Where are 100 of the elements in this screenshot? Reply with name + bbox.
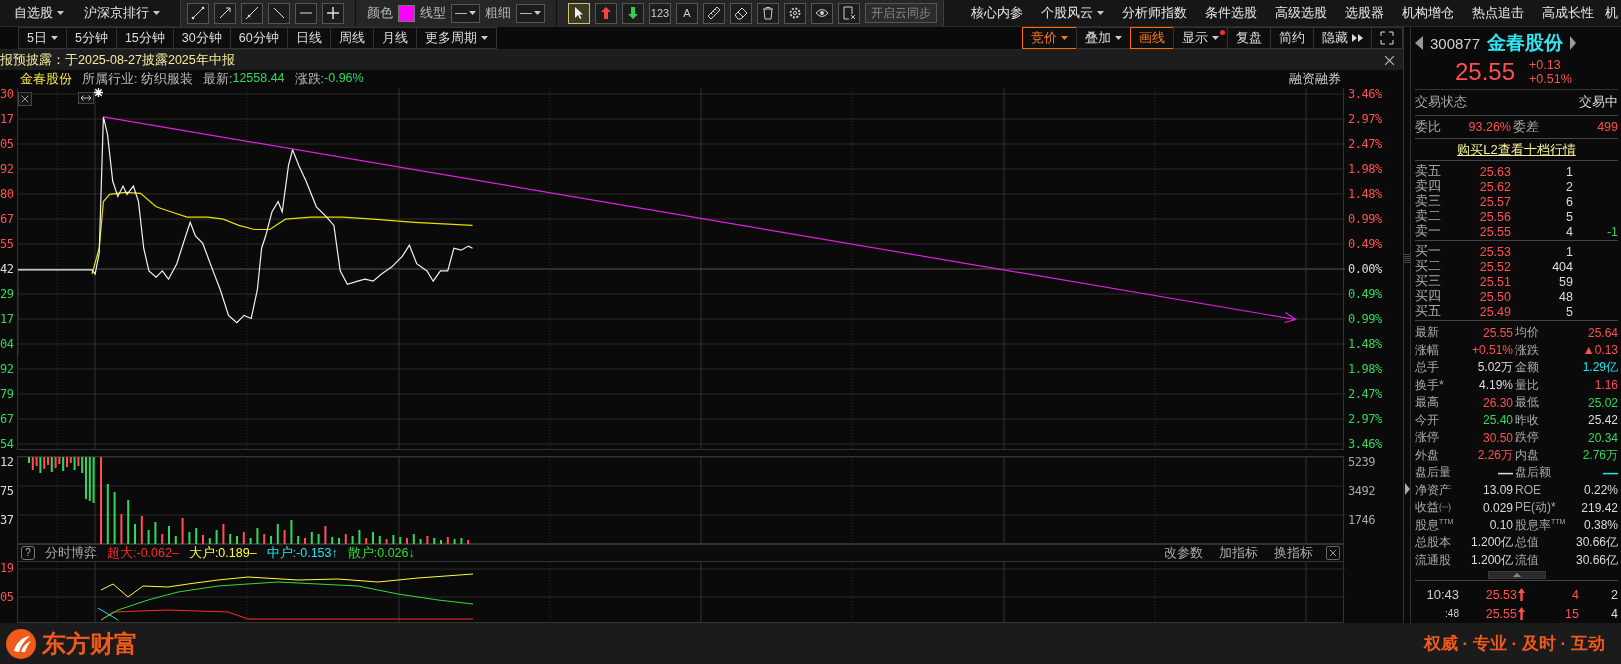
drawing-tool-button[interactable]: [730, 2, 752, 24]
brand-name: 东方财富: [42, 628, 138, 659]
menu-item[interactable]: 个股风云: [1032, 0, 1113, 26]
quote-label: 换手*: [1415, 376, 1445, 394]
menu-item[interactable]: 选股器: [1336, 0, 1393, 26]
document-icon: [842, 6, 856, 20]
line-type-dropdown[interactable]: —: [451, 3, 480, 23]
period-tab[interactable]: 60分钟: [229, 27, 288, 49]
quote-value: 30.50: [1481, 430, 1513, 445]
menu-item[interactable]: 高成长性: [1533, 0, 1603, 26]
period-tab[interactable]: 更多周期: [415, 27, 497, 49]
quote-value: 25.02: [1586, 395, 1618, 410]
quote-label: 流通股: [1415, 551, 1452, 569]
fullscreen-icon: [1380, 31, 1394, 45]
view-button[interactable]: 竞价: [1022, 27, 1077, 49]
quote-label: 总股本: [1415, 534, 1452, 552]
menu-item[interactable]: 自选股: [4, 0, 74, 26]
order-level-label: 买四: [1415, 288, 1442, 305]
price-change: +0.13: [1529, 58, 1562, 73]
color-label: 颜色: [367, 4, 393, 22]
ray-icon: [218, 6, 232, 20]
drawing-tool-button[interactable]: [703, 2, 725, 24]
drawing-tool-button[interactable]: [187, 2, 209, 24]
thickness-dropdown[interactable]: —: [516, 3, 545, 23]
indicator-value: 中户:-0.153↑: [266, 544, 338, 562]
axis-label: 1.98%: [1348, 163, 1383, 175]
help-button[interactable]: ?: [21, 546, 35, 560]
axis-label: 2.47%: [1348, 388, 1383, 400]
order-level-label: 卖四: [1415, 178, 1442, 194]
drawing-tool-button[interactable]: [214, 2, 236, 24]
drawing-tool-button[interactable]: [784, 2, 806, 24]
period-tab[interactable]: 周线: [329, 27, 374, 49]
resize-handle[interactable]: [78, 92, 94, 104]
menu-item[interactable]: 高级选股: [1266, 0, 1336, 26]
period-tab[interactable]: 30分钟: [172, 27, 231, 49]
cloud-sync-button[interactable]: 开启云同步: [865, 3, 937, 23]
view-button[interactable]: 简约: [1270, 27, 1314, 49]
period-tab[interactable]: 15分钟: [115, 27, 174, 49]
indicator-action-link[interactable]: 加指标: [1216, 544, 1261, 562]
quote-label: 总值: [1515, 534, 1540, 552]
view-button[interactable]: 叠加: [1076, 27, 1131, 49]
plus-icon: [326, 6, 340, 20]
tick-count: 4: [1610, 606, 1618, 621]
axis-label: 67: [0, 213, 15, 225]
close-icon: [1329, 549, 1337, 557]
period-tab[interactable]: 5分钟: [65, 27, 117, 49]
trash-icon: [761, 6, 775, 20]
l2-upgrade-link[interactable]: 购买L2查看十档行情: [1457, 140, 1576, 159]
drawing-tool-button[interactable]: [241, 2, 263, 24]
quote-value: 13.09: [1481, 483, 1513, 498]
drawing-tool-button[interactable]: 123: [649, 2, 671, 24]
menu-item[interactable]: 沪深京排行: [74, 0, 170, 26]
period-tab[interactable]: 5日: [18, 27, 67, 49]
drawing-tool-button[interactable]: [568, 2, 590, 24]
view-button[interactable]: 复盘: [1227, 27, 1271, 49]
order-volume: 59: [1558, 274, 1573, 289]
close-button[interactable]: [1326, 546, 1340, 560]
drawing-tool-button[interactable]: [838, 2, 860, 24]
menu-item[interactable]: 条件选股: [1196, 0, 1266, 26]
axis-label: 2.47%: [1348, 138, 1383, 150]
industry-text: 所属行业: 纺织服装: [82, 70, 193, 88]
collapse-bar[interactable]: [1487, 570, 1546, 579]
drawing-tool-button[interactable]: [757, 2, 779, 24]
quote-value: 499: [1596, 120, 1618, 135]
menu-item[interactable]: 核心内参: [962, 0, 1032, 26]
drawing-tool-button[interactable]: [322, 2, 344, 24]
drawing-tool-button[interactable]: [622, 2, 644, 24]
order-price: 25.62: [1478, 179, 1511, 194]
axis-label: 92: [0, 363, 15, 375]
axis-label: 19: [0, 562, 15, 574]
slogan: 权威 · 专业 · 及时 · 互动: [1423, 633, 1605, 655]
order-level-label: 卖一: [1415, 223, 1442, 241]
order-volume: 5: [1565, 209, 1573, 224]
quote-value: 26.30: [1481, 395, 1513, 410]
menu-item[interactable]: 分析师指数: [1113, 0, 1196, 26]
menu-item[interactable]: 热点追击: [1463, 0, 1533, 26]
drawing-tool-button[interactable]: [811, 2, 833, 24]
period-tab[interactable]: 月线: [372, 27, 417, 49]
drawing-tool-button[interactable]: [268, 2, 290, 24]
menu-item[interactable]: 机构增仓: [1393, 0, 1463, 26]
quote-label: 股息率$^{TTM}$: [1515, 516, 1567, 534]
quote-label: PE(动)*: [1515, 499, 1557, 517]
fullscreen-button[interactable]: [1371, 27, 1403, 49]
quote-label: 跌停: [1515, 429, 1540, 447]
menu-item[interactable]: 机: [1603, 0, 1620, 26]
period-tab[interactable]: 日线: [286, 27, 331, 49]
view-button[interactable]: 显示: [1173, 27, 1228, 49]
caret-icon: [469, 11, 476, 15]
eraser-icon: [734, 6, 748, 20]
view-button[interactable]: 画线: [1130, 27, 1174, 49]
order-price: 25.52: [1478, 259, 1511, 274]
drawing-tool-button[interactable]: A: [676, 2, 698, 24]
axis-label: 0.00%: [1348, 263, 1383, 275]
double-arrow-icon: [80, 95, 92, 101]
indicator-action-link[interactable]: 换指标: [1271, 544, 1316, 562]
indicator-action-link[interactable]: 改参数: [1161, 544, 1206, 562]
view-button[interactable]: 隐藏: [1313, 27, 1372, 49]
color-swatch[interactable]: [398, 4, 415, 22]
quote-label: 量比: [1515, 376, 1540, 394]
close-button[interactable]: [18, 92, 32, 106]
